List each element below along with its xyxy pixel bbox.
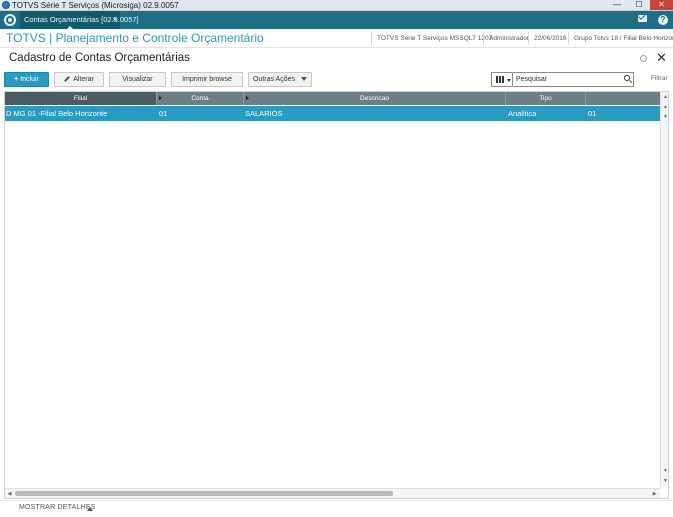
accounts-grid: Filial Conta Descricao Tipo D MG 01 -Fil… xyxy=(4,91,669,499)
module-brand-title: TOTVS | Planejamento e Controle Orçament… xyxy=(6,31,264,45)
column-header-filial[interactable]: Filial xyxy=(5,92,157,105)
table-row[interactable]: D MG 01 -Filial Belo Horizonte 01 SALARI… xyxy=(5,106,660,121)
sort-arrow-icon xyxy=(246,96,249,100)
filter-link[interactable]: Filtrar xyxy=(651,75,668,82)
scroll-left-icon[interactable]: ◀ xyxy=(6,490,13,498)
header-divider xyxy=(483,32,484,45)
plus-icon: + xyxy=(14,76,19,83)
search-icon[interactable] xyxy=(624,75,630,81)
vertical-scrollbar[interactable]: ▲ ▲ ▼ ▼ ▼ xyxy=(660,92,668,487)
app-tab-bar: Contas Orçamentárias [02.9.0057] × ? xyxy=(0,11,673,30)
show-details-toggle[interactable]: MOSTRAR DETALHES xyxy=(19,504,96,511)
totvs-logo-icon[interactable] xyxy=(4,14,16,26)
page-title: Cadastro de Contas Orçamentárias xyxy=(9,52,190,64)
column-header-extra[interactable] xyxy=(586,92,660,105)
cell-descricao: SALARIOS xyxy=(245,109,283,118)
other-actions-button[interactable]: Outras Ações xyxy=(248,72,312,87)
maximize-button[interactable]: ☐ xyxy=(628,0,650,10)
print-browse-button[interactable]: Imprimir browse xyxy=(171,72,243,87)
horizontal-scroll-thumb[interactable] xyxy=(15,491,393,496)
module-header: TOTVS | Planejamento e Controle Orçament… xyxy=(0,29,673,48)
branch-info: Grupo Totvs 18 / Filial Belo Horizonte xyxy=(574,35,673,42)
scroll-down-icon[interactable]: ▼ xyxy=(662,468,668,475)
sort-arrow-icon xyxy=(159,96,162,100)
chevron-down-icon xyxy=(507,79,511,82)
minimize-button[interactable]: — xyxy=(606,0,628,10)
help-icon[interactable]: ? xyxy=(658,15,668,25)
window-titlebar: TOTVS Série T Serviços (Microsiga) 02.9.… xyxy=(0,0,673,11)
chevron-down-icon xyxy=(301,77,308,82)
alter-label: Alterar xyxy=(73,76,94,83)
column-header-descricao[interactable]: Descricao xyxy=(244,92,506,105)
horizontal-scrollbar[interactable]: ◀ ▶ xyxy=(5,488,660,498)
cell-conta: 01 xyxy=(159,109,168,118)
cell-filial: D MG 01 -Filial Belo Horizonte xyxy=(6,109,108,118)
pencil-icon xyxy=(64,76,71,82)
scroll-up-icon[interactable]: ▲ xyxy=(662,104,668,111)
header-divider xyxy=(371,32,372,45)
view-button[interactable]: Visualizar xyxy=(109,72,166,87)
details-footer: MOSTRAR DETALHES xyxy=(0,500,673,517)
column-selector-button[interactable] xyxy=(491,72,513,87)
column-header-tipo[interactable]: Tipo xyxy=(506,92,586,105)
tab-label: Contas Orçamentárias [02.9.0057] xyxy=(24,15,139,24)
tab-close-icon[interactable]: × xyxy=(112,11,117,29)
window-title: TOTVS Série T Serviços (Microsiga) 02.9.… xyxy=(12,1,179,10)
close-page-icon[interactable]: ✕ xyxy=(656,50,667,66)
alter-button[interactable]: Alterar xyxy=(54,72,104,87)
cell-extra: 01 xyxy=(588,109,597,118)
cell-tipo: Analitica xyxy=(508,109,537,118)
date-info: 22/06/2016 xyxy=(534,35,567,42)
environment-info: TOTVS Série T Serviços MSSQL7 1207 xyxy=(377,35,493,42)
window-close-button[interactable]: ✕ xyxy=(650,0,673,10)
scroll-page-down-icon[interactable]: ▼ xyxy=(662,114,668,121)
search-input[interactable]: Pesquisar xyxy=(513,72,634,87)
scroll-bottom-icon[interactable]: ▼ xyxy=(662,478,668,485)
grid-header: Filial Conta Descricao Tipo xyxy=(5,92,660,105)
app-window-icon xyxy=(2,1,10,9)
other-actions-label: Outras Ações xyxy=(252,76,296,83)
header-divider xyxy=(568,32,569,45)
mail-icon[interactable] xyxy=(638,15,647,22)
scroll-right-icon[interactable]: ▶ xyxy=(651,490,658,498)
header-divider xyxy=(528,32,529,45)
column-header-conta[interactable]: Conta xyxy=(157,92,244,105)
include-label: Incluir xyxy=(20,76,39,83)
chevron-up-icon[interactable] xyxy=(87,507,93,511)
settings-icon[interactable] xyxy=(640,55,647,62)
columns-icon xyxy=(496,76,498,83)
scroll-top-icon[interactable]: ▲ xyxy=(662,94,668,101)
tab-contas-orcamentarias[interactable]: Contas Orçamentárias [02.9.0057] × xyxy=(20,11,139,30)
include-button[interactable]: + Incluir xyxy=(4,72,49,87)
user-info: Administrador xyxy=(489,35,530,42)
